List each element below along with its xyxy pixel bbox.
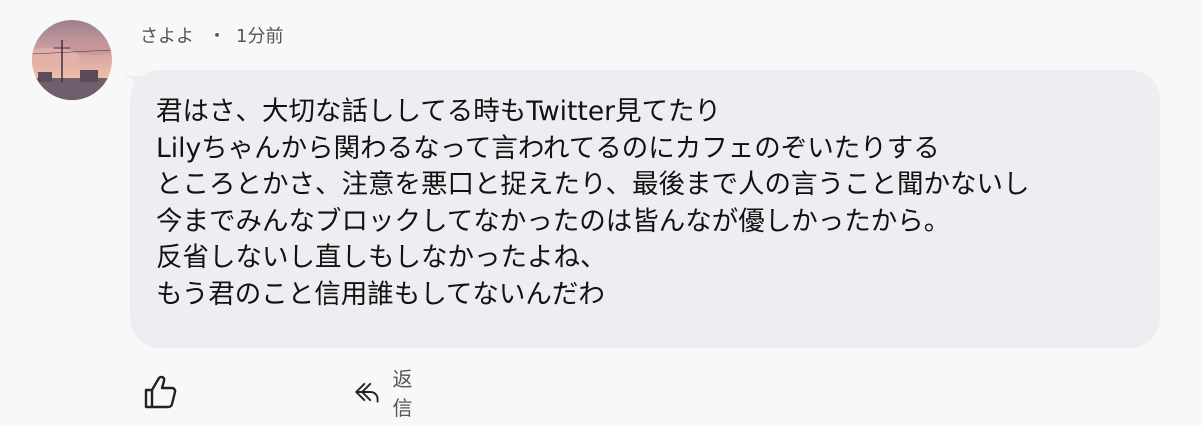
comment-meta: さよよ・ 1分前	[140, 22, 283, 48]
comment-line: 反省しないし直しもしなかったよね、	[156, 242, 607, 273]
comment-line: もう君のこと信用誰もしてないんだわ	[156, 278, 605, 310]
comment-bubble: 君はさ、大切な話ししてる時もTwitter見てたり Lilyちゃんから関わるなっ…	[130, 70, 1160, 348]
reply-arrow-icon	[355, 382, 379, 403]
comment-line: Lilyちゃんから関わるなって言われてるのにカフェのぞいたりする	[156, 132, 940, 164]
author-name[interactable]: さよよ	[140, 26, 194, 47]
thumbs-up-icon	[144, 375, 177, 409]
comment-time: 1分前	[236, 26, 284, 47]
avatar[interactable]	[32, 20, 112, 100]
comment-line: 君はさ、大切な話ししてる時もTwitter見てたり	[156, 96, 722, 127]
comment-line: 今までみんなブロックしてなかったのは皆んなが優しかったから。	[156, 205, 951, 237]
meta-separator: ・	[208, 26, 226, 47]
reply-label: 返信	[392, 367, 413, 420]
avatar-image	[32, 20, 112, 100]
like-button[interactable]	[140, 372, 180, 412]
reply-button[interactable]: 返信	[354, 367, 422, 420]
comment-line: ところとかさ、注意を悪口と捉えたり、最後まで人の言うこと聞かないし	[156, 169, 1030, 200]
